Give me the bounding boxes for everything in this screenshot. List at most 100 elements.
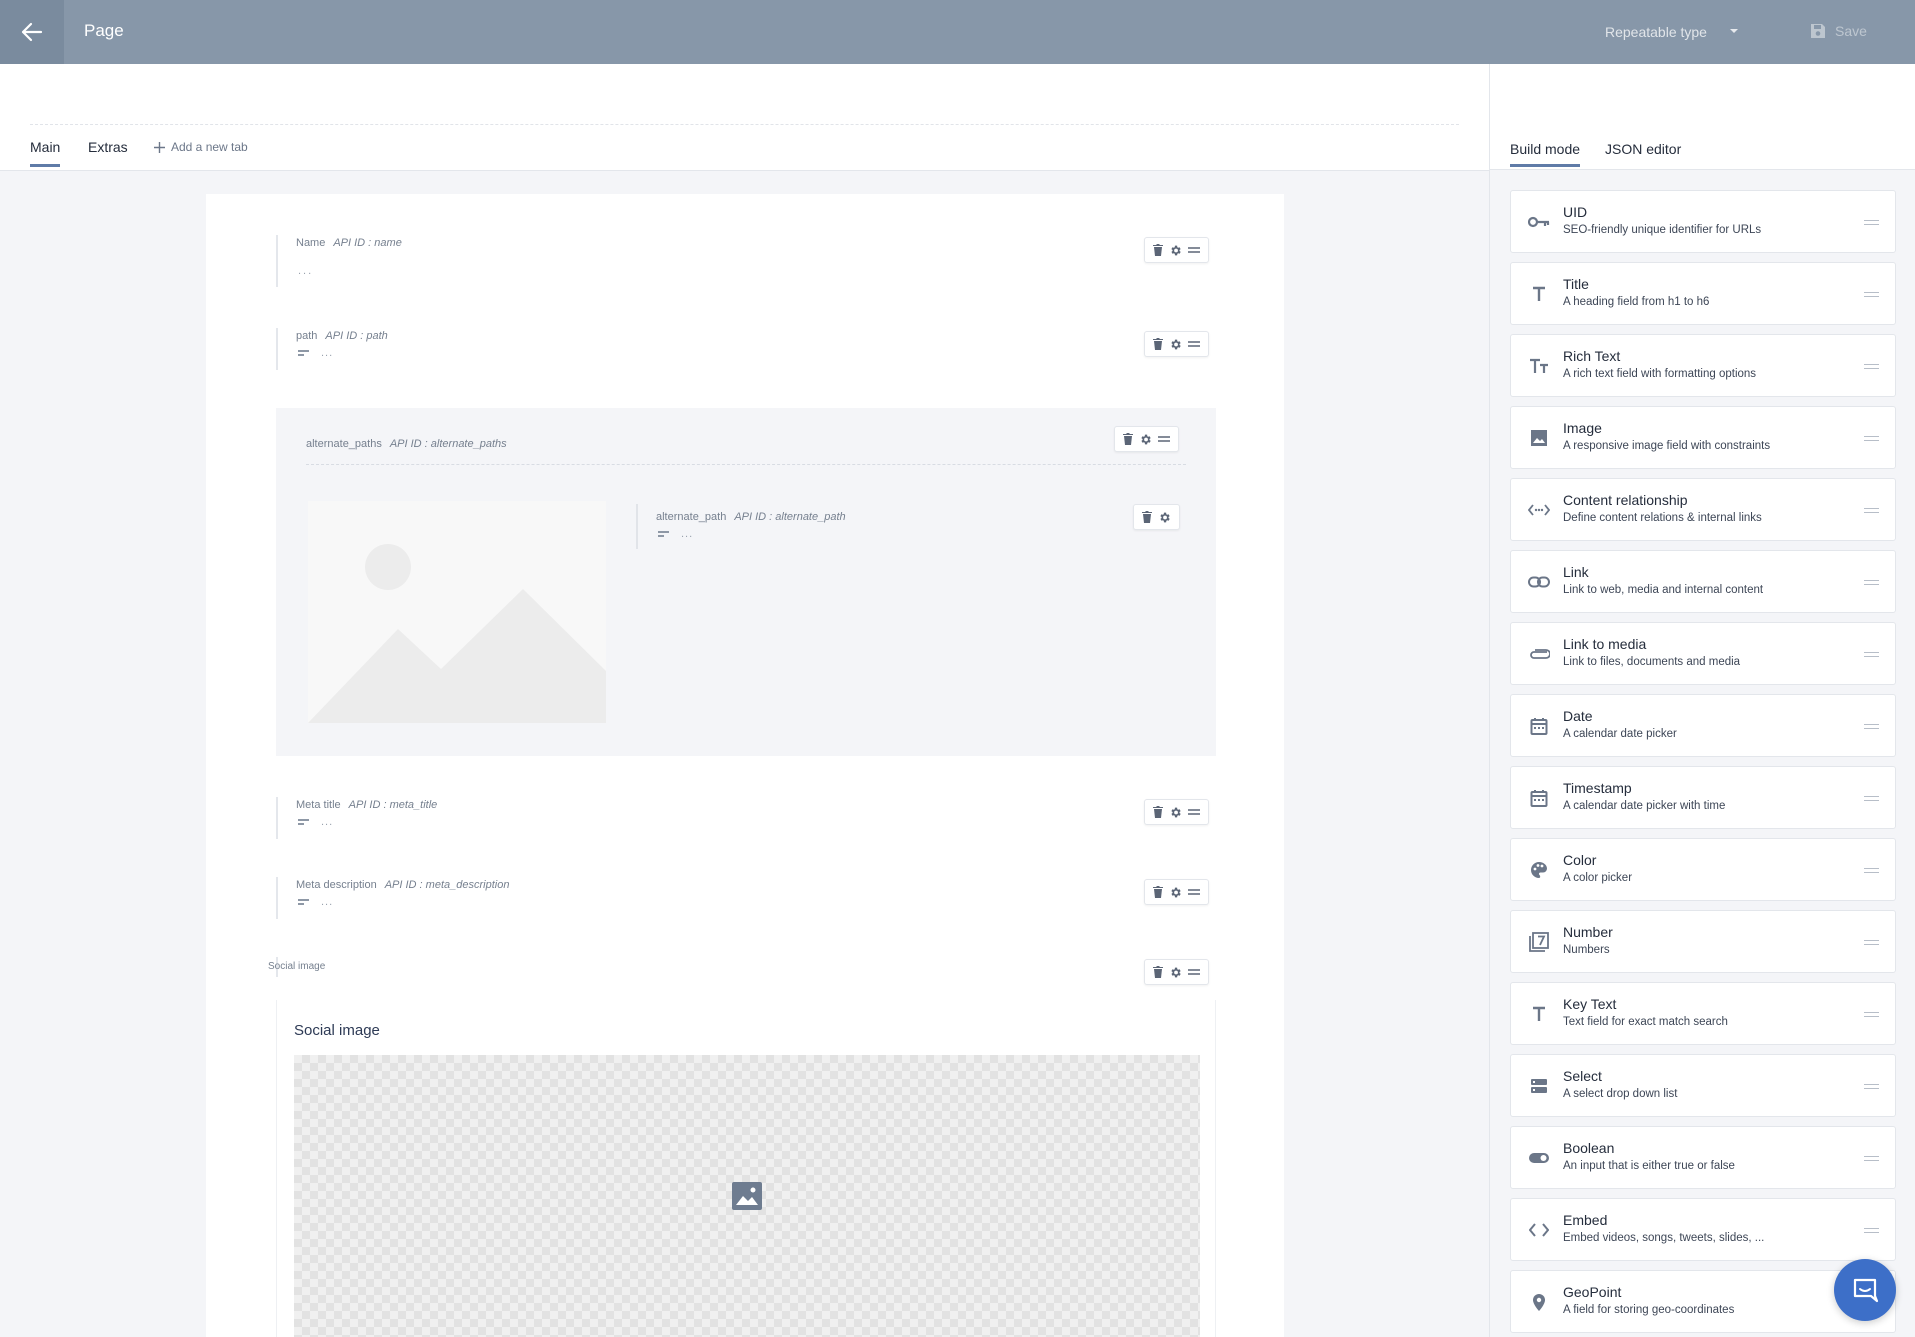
drag-handle-icon[interactable] — [1864, 1228, 1879, 1236]
drag-handle-icon[interactable] — [1864, 580, 1879, 588]
gear-icon[interactable] — [1169, 806, 1182, 819]
paperclip-icon — [1527, 642, 1551, 666]
field-meta-title[interactable]: Meta title API ID : meta_title ... — [276, 797, 1116, 839]
drag-handle-icon[interactable] — [1188, 341, 1200, 347]
back-button[interactable] — [0, 0, 64, 64]
field-bar — [276, 797, 278, 839]
drag-handle-icon[interactable] — [1864, 1084, 1879, 1092]
widget-title: Link — [1563, 564, 1589, 580]
widget-date[interactable]: Date A calendar date picker — [1510, 694, 1896, 757]
top-bar: Page Repeatable type Save — [0, 0, 1915, 64]
field-name[interactable]: Name API ID : name ... — [276, 235, 1116, 287]
gear-icon[interactable] — [1169, 966, 1182, 979]
trash-icon[interactable] — [1153, 886, 1163, 898]
widget-key-text[interactable]: Key Text Text field for exact match searc… — [1510, 982, 1896, 1045]
widget-image[interactable]: Image A responsive image field with const… — [1510, 406, 1896, 469]
drag-handle-icon[interactable] — [1864, 364, 1879, 372]
drag-handle-icon[interactable] — [1188, 247, 1200, 253]
gear-icon[interactable] — [1139, 433, 1152, 446]
widget-description: A field for storing geo-coordinates — [1563, 1304, 1735, 1316]
social-image-field[interactable]: Social image — [276, 1000, 1216, 1337]
field-controls — [1144, 879, 1209, 905]
drag-handle-icon[interactable] — [1864, 940, 1879, 948]
gear-icon[interactable] — [1158, 511, 1171, 524]
widget-description: A select drop down list — [1563, 1088, 1678, 1100]
gear-icon[interactable] — [1169, 886, 1182, 899]
trash-icon[interactable] — [1153, 338, 1163, 350]
chevron-down-icon[interactable] — [1729, 27, 1739, 35]
trash-icon[interactable] — [1153, 244, 1163, 256]
drag-handle-icon[interactable] — [1158, 436, 1170, 442]
widget-description: A heading field from h1 to h6 — [1563, 296, 1710, 308]
widget-boolean[interactable]: Boolean An input that is either true or f… — [1510, 1126, 1896, 1189]
widget-title: Number — [1563, 924, 1613, 940]
chat-button[interactable] — [1834, 1259, 1896, 1321]
save-button[interactable]: Save — [1809, 22, 1867, 40]
drag-handle-icon[interactable] — [1864, 868, 1879, 876]
field-placeholder: ... — [658, 528, 693, 540]
field-label: path API ID : path — [296, 330, 388, 342]
drag-handle-icon[interactable] — [1864, 436, 1879, 444]
drag-handle-icon[interactable] — [1188, 969, 1200, 975]
drag-handle-icon[interactable] — [1864, 652, 1879, 660]
group-alternate-paths[interactable]: alternate_paths API ID : alternate_paths … — [276, 408, 1216, 756]
gear-icon[interactable] — [1169, 338, 1182, 351]
widget-uid[interactable]: UID SEO-friendly unique identifier for UR… — [1510, 190, 1896, 253]
widget-title: Embed — [1563, 1212, 1608, 1228]
widget-embed[interactable]: Embed Embed videos, songs, tweets, slides… — [1510, 1198, 1896, 1261]
panel-tabs: Build mode JSON editor — [1490, 64, 1915, 170]
tab-main[interactable]: Main — [30, 139, 61, 167]
widget-rich-text[interactable]: Rich Text A rich text field with formatti… — [1510, 334, 1896, 397]
widget-description: A calendar date picker with time — [1563, 800, 1726, 812]
rich-text-icon — [1527, 354, 1551, 378]
tab-build-mode[interactable]: Build mode — [1510, 141, 1581, 167]
field-bar — [276, 877, 278, 919]
repeatable-type-dropdown[interactable]: Repeatable type — [1605, 24, 1707, 40]
placeholder-illustration — [308, 501, 606, 723]
drag-handle-icon[interactable] — [1864, 292, 1879, 300]
widgets-panel: Build mode JSON editor UID SEO-friendly u… — [1489, 64, 1915, 1337]
image-dropzone[interactable] — [294, 1055, 1200, 1337]
drag-handle-icon[interactable] — [1864, 1156, 1879, 1164]
field-controls — [1144, 331, 1209, 357]
trash-icon[interactable] — [1153, 806, 1163, 818]
drag-handle-icon[interactable] — [1864, 220, 1879, 228]
add-tab-label: Add a new tab — [171, 140, 248, 154]
widget-link-to-media[interactable]: Link to media Link to files, documents an… — [1510, 622, 1896, 685]
widget-number[interactable]: Number Numbers — [1510, 910, 1896, 973]
trash-icon[interactable] — [1123, 433, 1133, 445]
widget-content-relationship[interactable]: Content relationship Define content relat… — [1510, 478, 1896, 541]
mountain-image-icon — [308, 544, 606, 723]
key-text-icon — [1527, 1002, 1551, 1026]
field-bar — [276, 328, 278, 370]
field-controls — [1144, 959, 1209, 985]
trash-icon[interactable] — [1153, 966, 1163, 978]
gear-icon[interactable] — [1169, 244, 1182, 257]
widget-color[interactable]: Color A color picker — [1510, 838, 1896, 901]
field-label: alternate_path API ID : alternate_path — [656, 511, 846, 523]
text-field-icon — [298, 348, 309, 358]
widget-title: Date — [1563, 708, 1593, 724]
drag-handle-icon[interactable] — [1188, 809, 1200, 815]
field-path[interactable]: path API ID : path ... — [276, 328, 1116, 370]
widget-title[interactable]: Title A heading field from h1 to h6 — [1510, 262, 1896, 325]
add-tab-button[interactable]: Add a new tab — [154, 140, 248, 154]
field-meta-description[interactable]: Meta description API ID : meta_descriptio… — [276, 877, 1116, 919]
drag-handle-icon[interactable] — [1188, 889, 1200, 895]
drag-handle-icon[interactable] — [1864, 796, 1879, 804]
widget-link[interactable]: Link Link to web, media and internal cont… — [1510, 550, 1896, 613]
widget-timestamp[interactable]: Timestamp A calendar date picker with tim… — [1510, 766, 1896, 829]
drag-handle-icon[interactable] — [1864, 724, 1879, 732]
tab-extras[interactable]: Extras — [88, 139, 128, 155]
tab-json-editor[interactable]: JSON editor — [1605, 141, 1681, 157]
widget-select[interactable]: Select A select drop down list — [1510, 1054, 1896, 1117]
field-controls — [1144, 237, 1209, 263]
field-label: Name API ID : name — [296, 237, 402, 249]
widget-description: Numbers — [1563, 944, 1610, 956]
trash-icon[interactable] — [1142, 511, 1152, 523]
widget-description: Define content relations & internal link… — [1563, 512, 1762, 524]
drag-handle-icon[interactable] — [1864, 508, 1879, 516]
field-alternate-path[interactable]: alternate_path API ID : alternate_path ..… — [636, 504, 1196, 549]
field-bar — [636, 504, 638, 549]
drag-handle-icon[interactable] — [1864, 1012, 1879, 1020]
